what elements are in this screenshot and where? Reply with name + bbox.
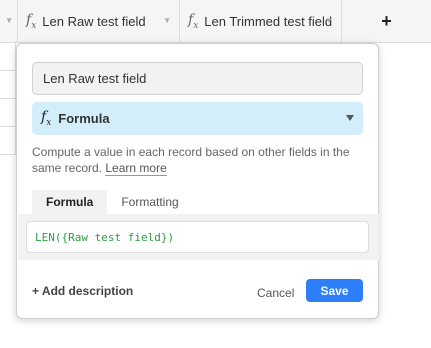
field-name-input[interactable] bbox=[32, 62, 363, 95]
chevron-down-icon[interactable]: ▼ bbox=[325, 16, 333, 25]
grid-rows bbox=[0, 43, 16, 155]
table-row[interactable] bbox=[0, 43, 16, 71]
table-row[interactable] bbox=[0, 99, 16, 127]
description-text: Compute a value in each record based on … bbox=[32, 145, 350, 175]
config-tabs: Formula Formatting bbox=[32, 190, 193, 214]
column-header-len-raw[interactable]: fx Len Raw test field ▼ bbox=[18, 0, 180, 43]
formula-fx-icon: fx bbox=[41, 109, 52, 128]
tab-formatting[interactable]: Formatting bbox=[107, 190, 192, 214]
formula-panel: LEN({Raw test field}) bbox=[18, 214, 379, 260]
save-button[interactable]: Save bbox=[306, 279, 363, 302]
grid-header-row: ▼ fx Len Raw test field ▼ fx Len Trimmed… bbox=[0, 0, 431, 43]
tab-formula[interactable]: Formula bbox=[32, 190, 108, 214]
previous-column-header[interactable]: ▼ bbox=[0, 0, 18, 43]
add-description-button[interactable]: + Add description bbox=[32, 284, 133, 298]
plus-icon: + bbox=[381, 11, 392, 31]
table-row[interactable] bbox=[0, 127, 16, 155]
chevron-down-icon bbox=[346, 115, 354, 121]
formula-fx-icon: fx bbox=[26, 12, 37, 31]
field-type-select[interactable]: fx Formula bbox=[32, 102, 363, 135]
field-config-dialog: fx Formula Compute a value in each recor… bbox=[16, 43, 379, 319]
field-type-description: Compute a value in each record based on … bbox=[32, 144, 357, 176]
cancel-button[interactable]: Cancel bbox=[257, 286, 294, 300]
formula-input[interactable]: LEN({Raw test field}) bbox=[26, 221, 369, 253]
column-header-label: Len Raw test field bbox=[42, 14, 146, 29]
learn-more-link[interactable]: Learn more bbox=[105, 161, 167, 176]
column-header-label: Len Trimmed test field bbox=[204, 14, 333, 29]
chevron-down-icon[interactable]: ▼ bbox=[5, 16, 13, 25]
chevron-down-icon[interactable]: ▼ bbox=[163, 16, 171, 25]
table-row[interactable] bbox=[0, 71, 16, 99]
field-type-label: Formula bbox=[58, 111, 110, 126]
column-header-len-trimmed[interactable]: fx Len Trimmed test field ▼ bbox=[180, 0, 342, 43]
formula-fx-icon: fx bbox=[188, 12, 199, 31]
add-column-button[interactable]: + bbox=[342, 0, 431, 43]
